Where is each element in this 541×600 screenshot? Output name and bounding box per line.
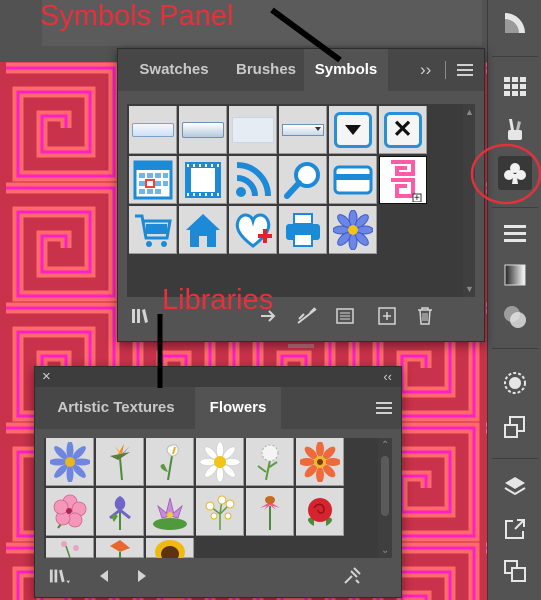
annotation-overlay (157, 7, 541, 388)
symbols-icon-highlight-circle (470, 143, 541, 205)
arrow-to-symbols-tab (270, 7, 342, 63)
